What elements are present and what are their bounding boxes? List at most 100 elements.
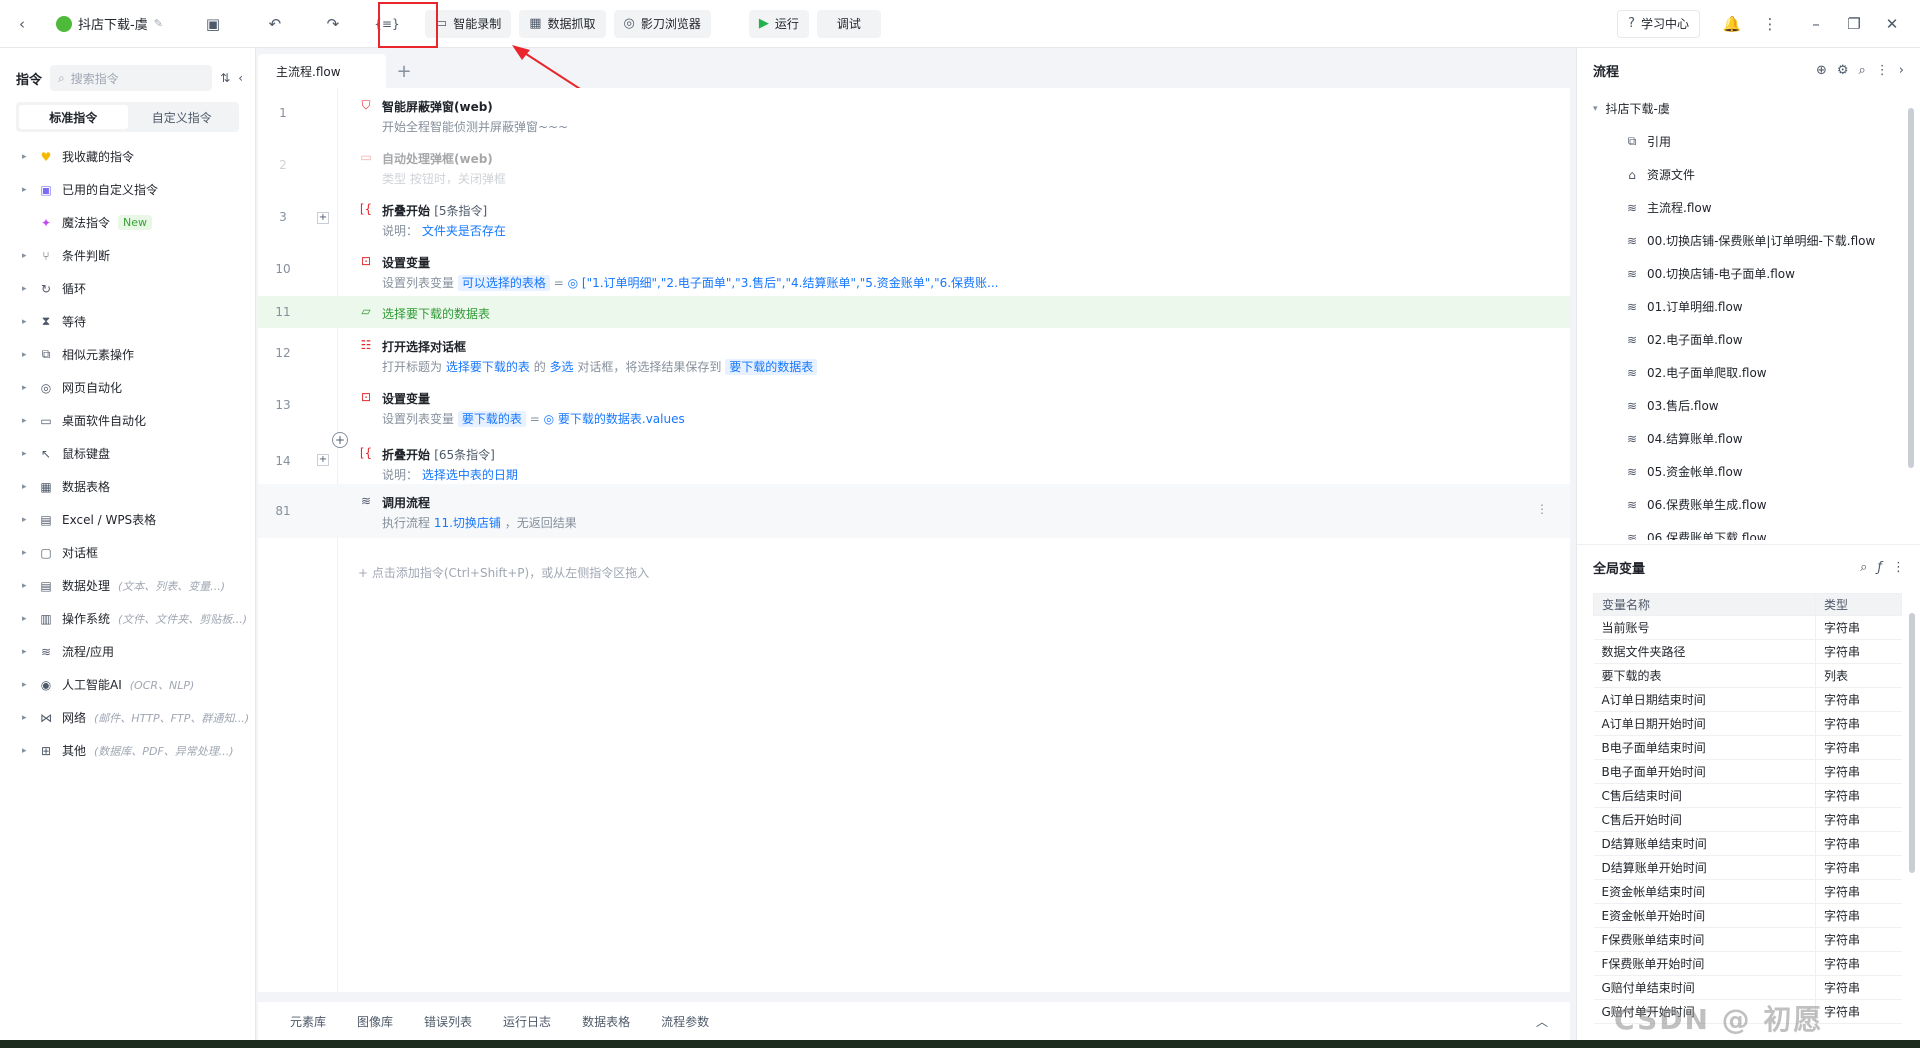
- category-item[interactable]: ▸ ≋ 流程/应用: [0, 635, 255, 668]
- table-row[interactable]: B电子面单结束时间 字符串: [1593, 735, 1902, 760]
- flow-step[interactable]: 10 ⊡ 设置变量 设置列表变量 可以选择的表格 = ◎ ["1.订单明细","…: [258, 244, 1570, 296]
- category-item[interactable]: ▸ ♥ 我收藏的指令: [0, 140, 255, 173]
- flow-step[interactable]: 81 ≋ 调用流程 执行流程 11.切换店铺 ，无返回结果 ⋮: [258, 484, 1570, 538]
- debug-button[interactable]: 调试: [816, 9, 881, 38]
- flow-step-disabled[interactable]: 2 ▭ 自动处理弹框(web) 类型 按钮时，关闭弹框: [258, 140, 1570, 192]
- tree-item[interactable]: ≋ 02.电子面单爬取.flow: [1577, 356, 1907, 389]
- tree-root[interactable]: ▾ 抖店下载-虞: [1577, 92, 1907, 125]
- category-item[interactable]: ✦ 魔法指令 New: [0, 206, 255, 239]
- tree-item[interactable]: ≋ 02.电子面单.flow: [1577, 323, 1907, 356]
- category-item[interactable]: ▸ ⧗ 等待: [0, 305, 255, 338]
- category-item[interactable]: ▸ ⑂ 条件判断: [0, 239, 255, 272]
- restore-icon[interactable]: ❐: [1840, 10, 1868, 38]
- tab-error-list[interactable]: 错误列表: [424, 1013, 472, 1030]
- chevron-right-icon[interactable]: ›: [1899, 63, 1904, 78]
- table-row[interactable]: F保费账单开始时间 字符串: [1593, 951, 1902, 976]
- flow-tree-scrollbar[interactable]: [1908, 108, 1914, 468]
- expand-fold-icon[interactable]: +: [317, 212, 329, 224]
- category-item[interactable]: ▸ ↖ 鼠标键盘: [0, 437, 255, 470]
- flow-step-fold[interactable]: 3 + [{ 折叠开始 [5条指令] 说明： 文件夹是否存在: [258, 192, 1570, 244]
- category-item[interactable]: ▸ ↻ 循环: [0, 272, 255, 305]
- table-row[interactable]: D结算账单结束时间 字符串: [1593, 831, 1902, 856]
- table-row[interactable]: C售后结束时间 字符串: [1593, 783, 1902, 808]
- app-title[interactable]: 抖店下载-虞 ✎: [56, 14, 163, 33]
- search-icon[interactable]: ⌕: [1859, 63, 1866, 78]
- tree-item[interactable]: ≋ 05.资金帐单.flow: [1577, 455, 1907, 488]
- table-row[interactable]: A订单日期开始时间 字符串: [1593, 711, 1902, 736]
- undo-icon[interactable]: ↶: [261, 10, 289, 38]
- category-item[interactable]: ▸ ⧉ 相似元素操作: [0, 338, 255, 371]
- instruction-search-input[interactable]: ⌕ 搜索指令: [50, 65, 213, 91]
- category-item[interactable]: ▸ ▦ 数据表格: [0, 470, 255, 503]
- table-row[interactable]: B电子面单开始时间 字符串: [1593, 759, 1902, 784]
- function-icon[interactable]: ƒ: [1877, 560, 1882, 575]
- data-capture-button[interactable]: ▦ 数据抓取: [519, 9, 606, 38]
- tab-element-library[interactable]: 元素库: [290, 1013, 326, 1030]
- add-tab-button[interactable]: +: [386, 54, 422, 88]
- step-more-icon[interactable]: ⋮: [1536, 502, 1548, 516]
- chevron-up-icon[interactable]: ︿: [1536, 1013, 1548, 1030]
- table-row[interactable]: 当前账号 字符串: [1593, 615, 1902, 640]
- collapse-panel-icon[interactable]: ‹: [238, 71, 243, 85]
- table-row[interactable]: 要下载的表 列表: [1593, 663, 1902, 688]
- category-item[interactable]: ▸ ▣ 已用的自定义指令: [0, 173, 255, 206]
- edit-title-icon[interactable]: ✎: [154, 17, 163, 30]
- flow-step[interactable]: 1 ⛉ 智能屏蔽弹窗(web) 开始全程智能侦测并屏蔽弹窗~~~: [258, 88, 1570, 140]
- flow-step[interactable]: 13 ⊡ 设置变量 设置列表变量 要下载的表 = ◎ 要下载的数据表.value…: [258, 380, 1570, 432]
- sort-icon[interactable]: ⇅: [220, 71, 230, 85]
- browser-button[interactable]: ◎ 影刀浏览器: [613, 9, 711, 38]
- category-item[interactable]: ▸ ◎ 网页自动化: [0, 371, 255, 404]
- more-icon[interactable]: ⋮: [1876, 63, 1889, 78]
- table-row[interactable]: D结算账单开始时间 字符串: [1593, 855, 1902, 880]
- table-row[interactable]: E资金帐单结束时间 字符串: [1593, 879, 1902, 904]
- tree-item[interactable]: ≋ 01.订单明细.flow: [1577, 290, 1907, 323]
- tree-item[interactable]: ≋ 06.保费账单下载.flow: [1577, 521, 1907, 541]
- vars-scrollbar[interactable]: [1909, 613, 1915, 873]
- tree-item[interactable]: ≋ 04.结算账单.flow: [1577, 422, 1907, 455]
- bell-icon[interactable]: 🔔: [1718, 10, 1746, 38]
- tree-item[interactable]: ≋ 00.切换店铺-电子面单.flow: [1577, 257, 1907, 290]
- minimize-icon[interactable]: –: [1802, 10, 1830, 38]
- tree-item[interactable]: ⧉ 引用: [1577, 125, 1907, 158]
- flow-comment[interactable]: 11 ▱ 选择要下载的数据表: [258, 296, 1570, 328]
- tree-item[interactable]: ≋ 00.切换店铺-保费账单|订单明细-下载.flow: [1577, 224, 1907, 257]
- category-item[interactable]: ▸ ⋈ 网络 (邮件、HTTP、FTP、群通知...): [0, 701, 255, 734]
- add-instruction-hint[interactable]: + 点击添加指令(Ctrl+Shift+P)，或从左侧指令区拖入: [358, 564, 649, 581]
- flow-step-fold[interactable]: 14 + [{ 折叠开始 [65条指令] 说明： 选择选中表的日期: [258, 432, 1570, 484]
- add-flow-icon[interactable]: ⊕: [1816, 63, 1827, 78]
- close-icon[interactable]: ✕: [1878, 10, 1906, 38]
- category-item[interactable]: ▸ ▤ Excel / WPS表格: [0, 503, 255, 536]
- table-row[interactable]: 数据文件夹路径 字符串: [1593, 639, 1902, 664]
- learn-center-button[interactable]: ? 学习中心: [1617, 9, 1700, 38]
- category-item[interactable]: ▸ ▤ 数据处理 (文本、列表、变量...): [0, 569, 255, 602]
- flow-step[interactable]: 12 ☷ 打开选择对话框 打开标题为 选择要下载的表 的 多选 对话框，将选择结…: [258, 328, 1570, 380]
- tab-image-library[interactable]: 图像库: [357, 1013, 393, 1030]
- tree-item[interactable]: ⌂ 资源文件: [1577, 158, 1907, 191]
- tab-run-log[interactable]: 运行日志: [503, 1013, 551, 1030]
- tree-item[interactable]: ≋ 03.售后.flow: [1577, 389, 1907, 422]
- more-icon[interactable]: ⋮: [1756, 10, 1784, 38]
- run-button[interactable]: ▶ 运行: [748, 9, 809, 38]
- tab-flow-params[interactable]: 流程参数: [661, 1013, 709, 1030]
- category-item[interactable]: ▸ ⊞ 其他 (数据库、PDF、异常处理...): [0, 734, 255, 767]
- table-row[interactable]: F保费账单结束时间 字符串: [1593, 927, 1902, 952]
- category-item[interactable]: ▸ ▭ 桌面软件自动化: [0, 404, 255, 437]
- table-row[interactable]: C售后开始时间 字符串: [1593, 807, 1902, 832]
- more-icon[interactable]: ⋮: [1892, 560, 1905, 575]
- tab-standard[interactable]: 标准指令: [19, 105, 128, 129]
- redo-icon[interactable]: ↷: [319, 10, 347, 38]
- tree-item[interactable]: ≋ 06.保费账单生成.flow: [1577, 488, 1907, 521]
- back-icon[interactable]: ‹: [8, 10, 36, 38]
- tab-data-table[interactable]: 数据表格: [582, 1013, 630, 1030]
- expand-fold-icon[interactable]: +: [317, 454, 329, 466]
- settings-icon[interactable]: ⚙: [1837, 63, 1849, 78]
- table-row[interactable]: E资金帐单开始时间 字符串: [1593, 903, 1902, 928]
- tab-custom[interactable]: 自定义指令: [128, 105, 237, 129]
- tab-main-flow[interactable]: 主流程.flow: [258, 54, 386, 88]
- category-item[interactable]: ▸ ▥ 操作系统 (文件、文件夹、剪贴板...): [0, 602, 255, 635]
- category-item[interactable]: ▸ ◉ 人工智能AI (OCR、NLP): [0, 668, 255, 701]
- tree-item[interactable]: ≋ 主流程.flow: [1577, 191, 1907, 224]
- table-row[interactable]: G赔付单结束时间 字符串: [1593, 975, 1902, 1000]
- table-row[interactable]: A订单日期结束时间 字符串: [1593, 687, 1902, 712]
- category-item[interactable]: ▸ ▢ 对话框: [0, 536, 255, 569]
